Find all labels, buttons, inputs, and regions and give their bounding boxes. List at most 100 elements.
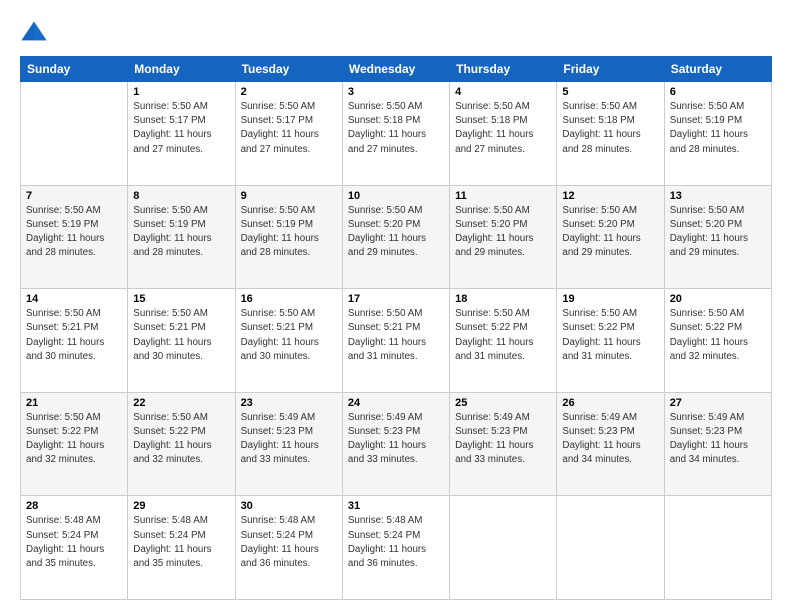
day-info: Sunrise: 5:49 AM Sunset: 5:23 PM Dayligh… — [455, 411, 551, 468]
day-number: 1 — [133, 86, 229, 98]
weekday-header-cell: Friday — [557, 57, 664, 82]
weekday-header-row: SundayMondayTuesdayWednesdayThursdayFrid… — [21, 57, 772, 82]
calendar-cell: 24 Sunrise: 5:49 AM Sunset: 5:23 PM Dayl… — [342, 392, 449, 496]
day-number: 25 — [455, 397, 551, 409]
day-number: 27 — [670, 397, 766, 409]
weekday-header-cell: Wednesday — [342, 57, 449, 82]
sunset-label: Sunset: 5:21 PM — [348, 322, 420, 333]
sunrise-label: Sunrise: 5:50 AM — [562, 308, 637, 319]
calendar-cell: 23 Sunrise: 5:49 AM Sunset: 5:23 PM Dayl… — [235, 392, 342, 496]
logo — [20, 18, 52, 46]
weekday-header-cell: Sunday — [21, 57, 128, 82]
day-number: 4 — [455, 86, 551, 98]
day-number: 13 — [670, 190, 766, 202]
calendar-cell: 30 Sunrise: 5:48 AM Sunset: 5:24 PM Dayl… — [235, 496, 342, 600]
sunset-label: Sunset: 5:23 PM — [455, 426, 527, 437]
daylight-label: Daylight: 11 hours and 34 minutes. — [670, 440, 748, 465]
daylight-label: Daylight: 11 hours and 33 minutes. — [241, 440, 319, 465]
daylight-label: Daylight: 11 hours and 28 minutes. — [670, 129, 748, 154]
calendar-cell — [557, 496, 664, 600]
daylight-label: Daylight: 11 hours and 34 minutes. — [562, 440, 640, 465]
day-info: Sunrise: 5:48 AM Sunset: 5:24 PM Dayligh… — [241, 514, 337, 571]
sunrise-label: Sunrise: 5:50 AM — [133, 205, 208, 216]
daylight-label: Daylight: 11 hours and 27 minutes. — [348, 129, 426, 154]
day-info: Sunrise: 5:50 AM Sunset: 5:21 PM Dayligh… — [241, 307, 337, 364]
daylight-label: Daylight: 11 hours and 33 minutes. — [455, 440, 533, 465]
day-info: Sunrise: 5:50 AM Sunset: 5:18 PM Dayligh… — [348, 100, 444, 157]
sunset-label: Sunset: 5:19 PM — [241, 219, 313, 230]
day-info: Sunrise: 5:49 AM Sunset: 5:23 PM Dayligh… — [562, 411, 658, 468]
day-info: Sunrise: 5:50 AM Sunset: 5:22 PM Dayligh… — [670, 307, 766, 364]
calendar-cell: 29 Sunrise: 5:48 AM Sunset: 5:24 PM Dayl… — [128, 496, 235, 600]
sunset-label: Sunset: 5:20 PM — [455, 219, 527, 230]
daylight-label: Daylight: 11 hours and 29 minutes. — [670, 233, 748, 258]
sunrise-label: Sunrise: 5:49 AM — [348, 412, 423, 423]
daylight-label: Daylight: 11 hours and 30 minutes. — [241, 337, 319, 362]
calendar-cell: 15 Sunrise: 5:50 AM Sunset: 5:21 PM Dayl… — [128, 289, 235, 393]
day-info: Sunrise: 5:50 AM Sunset: 5:20 PM Dayligh… — [670, 204, 766, 261]
sunset-label: Sunset: 5:24 PM — [26, 530, 98, 541]
sunset-label: Sunset: 5:22 PM — [562, 322, 634, 333]
sunset-label: Sunset: 5:18 PM — [562, 115, 634, 126]
sunrise-label: Sunrise: 5:50 AM — [133, 308, 208, 319]
calendar-week-row: 14 Sunrise: 5:50 AM Sunset: 5:21 PM Dayl… — [21, 289, 772, 393]
sunset-label: Sunset: 5:22 PM — [670, 322, 742, 333]
calendar-cell — [664, 496, 771, 600]
sunset-label: Sunset: 5:22 PM — [133, 426, 205, 437]
weekday-header-cell: Monday — [128, 57, 235, 82]
weekday-header-cell: Thursday — [450, 57, 557, 82]
daylight-label: Daylight: 11 hours and 31 minutes. — [348, 337, 426, 362]
day-number: 14 — [26, 293, 122, 305]
day-info: Sunrise: 5:50 AM Sunset: 5:20 PM Dayligh… — [562, 204, 658, 261]
day-info: Sunrise: 5:50 AM Sunset: 5:21 PM Dayligh… — [348, 307, 444, 364]
sunset-label: Sunset: 5:17 PM — [133, 115, 205, 126]
calendar-cell: 9 Sunrise: 5:50 AM Sunset: 5:19 PM Dayli… — [235, 185, 342, 289]
daylight-label: Daylight: 11 hours and 36 minutes. — [348, 544, 426, 569]
daylight-label: Daylight: 11 hours and 28 minutes. — [562, 129, 640, 154]
day-number: 18 — [455, 293, 551, 305]
day-number: 26 — [562, 397, 658, 409]
day-number: 17 — [348, 293, 444, 305]
day-info: Sunrise: 5:49 AM Sunset: 5:23 PM Dayligh… — [241, 411, 337, 468]
sunset-label: Sunset: 5:21 PM — [241, 322, 313, 333]
weekday-header-cell: Tuesday — [235, 57, 342, 82]
day-number: 24 — [348, 397, 444, 409]
calendar-cell: 17 Sunrise: 5:50 AM Sunset: 5:21 PM Dayl… — [342, 289, 449, 393]
sunrise-label: Sunrise: 5:50 AM — [26, 412, 101, 423]
sunset-label: Sunset: 5:20 PM — [562, 219, 634, 230]
calendar-cell: 1 Sunrise: 5:50 AM Sunset: 5:17 PM Dayli… — [128, 82, 235, 186]
daylight-label: Daylight: 11 hours and 32 minutes. — [133, 440, 211, 465]
sunrise-label: Sunrise: 5:48 AM — [348, 515, 423, 526]
sunset-label: Sunset: 5:18 PM — [455, 115, 527, 126]
day-info: Sunrise: 5:50 AM Sunset: 5:19 PM Dayligh… — [670, 100, 766, 157]
calendar-cell: 13 Sunrise: 5:50 AM Sunset: 5:20 PM Dayl… — [664, 185, 771, 289]
sunrise-label: Sunrise: 5:48 AM — [241, 515, 316, 526]
daylight-label: Daylight: 11 hours and 28 minutes. — [133, 233, 211, 258]
sunset-label: Sunset: 5:21 PM — [26, 322, 98, 333]
sunset-label: Sunset: 5:22 PM — [455, 322, 527, 333]
sunrise-label: Sunrise: 5:50 AM — [241, 308, 316, 319]
calendar-cell: 11 Sunrise: 5:50 AM Sunset: 5:20 PM Dayl… — [450, 185, 557, 289]
daylight-label: Daylight: 11 hours and 30 minutes. — [133, 337, 211, 362]
sunset-label: Sunset: 5:17 PM — [241, 115, 313, 126]
sunrise-label: Sunrise: 5:50 AM — [562, 205, 637, 216]
daylight-label: Daylight: 11 hours and 35 minutes. — [133, 544, 211, 569]
daylight-label: Daylight: 11 hours and 35 minutes. — [26, 544, 104, 569]
day-number: 12 — [562, 190, 658, 202]
day-info: Sunrise: 5:50 AM Sunset: 5:21 PM Dayligh… — [26, 307, 122, 364]
sunset-label: Sunset: 5:23 PM — [670, 426, 742, 437]
calendar-cell: 19 Sunrise: 5:50 AM Sunset: 5:22 PM Dayl… — [557, 289, 664, 393]
calendar-body: 1 Sunrise: 5:50 AM Sunset: 5:17 PM Dayli… — [21, 82, 772, 600]
sunrise-label: Sunrise: 5:50 AM — [348, 101, 423, 112]
calendar-week-row: 28 Sunrise: 5:48 AM Sunset: 5:24 PM Dayl… — [21, 496, 772, 600]
day-info: Sunrise: 5:49 AM Sunset: 5:23 PM Dayligh… — [670, 411, 766, 468]
daylight-label: Daylight: 11 hours and 29 minutes. — [348, 233, 426, 258]
calendar-cell: 12 Sunrise: 5:50 AM Sunset: 5:20 PM Dayl… — [557, 185, 664, 289]
calendar-week-row: 21 Sunrise: 5:50 AM Sunset: 5:22 PM Dayl… — [21, 392, 772, 496]
calendar-cell: 18 Sunrise: 5:50 AM Sunset: 5:22 PM Dayl… — [450, 289, 557, 393]
logo-icon — [20, 18, 48, 46]
day-info: Sunrise: 5:50 AM Sunset: 5:19 PM Dayligh… — [26, 204, 122, 261]
day-number: 19 — [562, 293, 658, 305]
day-number: 2 — [241, 86, 337, 98]
calendar-cell: 31 Sunrise: 5:48 AM Sunset: 5:24 PM Dayl… — [342, 496, 449, 600]
